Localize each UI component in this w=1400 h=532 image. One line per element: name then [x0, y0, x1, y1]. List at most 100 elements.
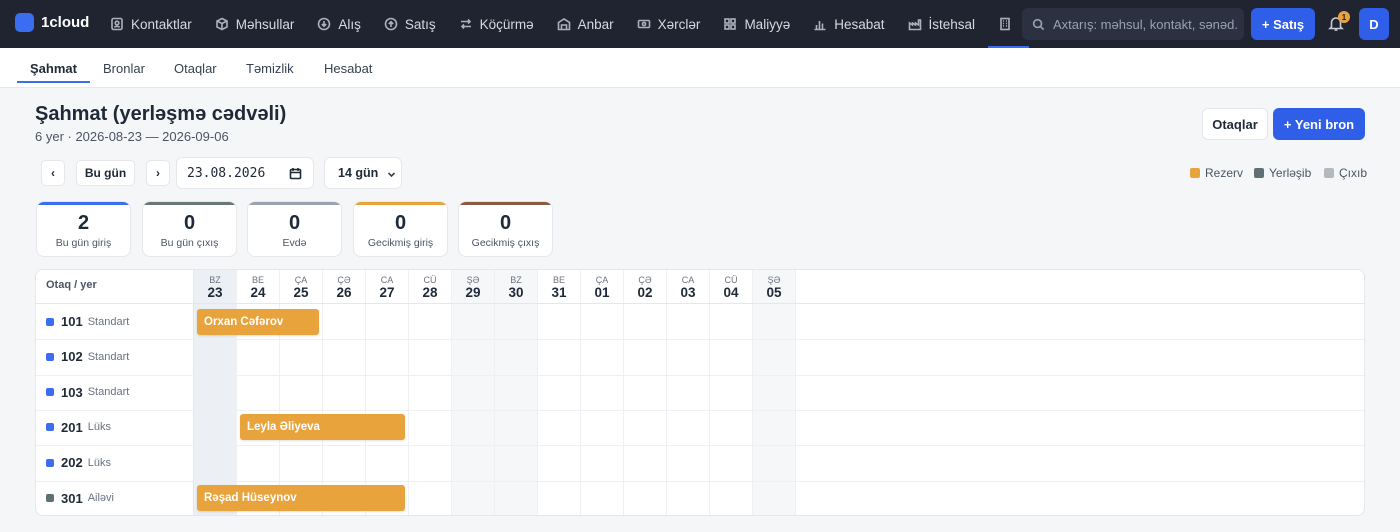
date-value: 23.08.2026 — [187, 165, 266, 181]
room-status-dot — [46, 423, 54, 432]
stat-value: 2 — [77, 212, 90, 234]
today-button[interactable]: Bu gün — [76, 160, 135, 186]
legend-swatch — [1254, 168, 1264, 178]
day-column: BZ 23 — [194, 270, 237, 515]
room-type: Lüks — [87, 421, 111, 434]
range-select[interactable]: 14 gün — [324, 157, 402, 189]
booking-bar[interactable]: Rəşad Hüseynov — [197, 485, 405, 511]
room-column-divider — [193, 270, 194, 515]
day-column: ÇƏ 02 — [624, 270, 667, 515]
room-number: 101 — [61, 314, 83, 329]
stat-card-checkout-today[interactable]: 0 Bu gün çıxış — [142, 201, 237, 257]
room-type: Standart — [87, 386, 130, 399]
day-column: ŞƏ 29 — [452, 270, 495, 515]
legend-rezerv: Rezerv — [1190, 166, 1243, 180]
row-divider — [36, 409, 1364, 411]
day-column: ÇA 25 — [280, 270, 323, 515]
stat-value: 0 — [183, 212, 196, 234]
tab-temizlik[interactable]: Təmizlik — [233, 48, 307, 88]
stat-accent — [248, 202, 341, 205]
row-divider — [36, 445, 1364, 447]
day-column: CÜ 04 — [710, 270, 753, 515]
stat-accent — [37, 202, 130, 205]
room-type: Lüks — [87, 456, 111, 469]
rooms-button[interactable]: Otaqlar — [1202, 108, 1268, 140]
notification-badge: 1 — [1338, 11, 1350, 23]
room-number: 301 — [61, 490, 83, 506]
day-column: ŞƏ 05 — [753, 270, 796, 515]
day-column: CÜ 28 — [409, 270, 452, 515]
chevron-down-icon — [387, 172, 396, 178]
transfer-icon — [460, 18, 471, 30]
room-type: Standart — [87, 350, 130, 363]
room-row-label[interactable]: 103 Standart — [46, 382, 129, 402]
nav-item-kontaktlar[interactable]: Kontaktlar — [100, 0, 202, 48]
room-row-label[interactable]: 202 Lüks — [46, 453, 111, 473]
tab-hesabat[interactable]: Hesabat — [311, 48, 385, 88]
stat-card-in-house[interactable]: 0 Evdə — [247, 201, 342, 257]
day-column: BZ 30 — [495, 270, 538, 515]
booking-bar[interactable]: Orxan Cəfərov — [197, 308, 319, 335]
room-row-label[interactable]: 301 Ailəvi — [46, 488, 114, 508]
tab-sahmat[interactable]: Şahmat — [17, 48, 90, 88]
room-number: 102 — [61, 349, 83, 365]
booking-bar[interactable]: Leyla Əliyeva — [240, 414, 405, 441]
nav-item-kocurme[interactable]: Köçürmə — [449, 0, 544, 48]
next-period-button[interactable]: › — [146, 160, 170, 186]
page-title: Şahmat (yerləşmə cədvəli) — [35, 103, 287, 125]
tab-bronlar[interactable]: Bronlar — [90, 48, 158, 88]
date-input[interactable]: 23.08.2026 — [176, 157, 314, 189]
brand[interactable]: 1cloud — [15, 13, 89, 32]
stat-value: 0 — [288, 212, 301, 234]
row-divider — [36, 339, 1364, 341]
nav-item-xercler[interactable]: Xərclər — [627, 0, 711, 48]
page-subtitle: 6 yer · 2026-08-23 — 2026-09-06 — [35, 129, 229, 144]
prev-period-button[interactable]: ‹ — [41, 160, 65, 186]
search-box[interactable] — [1022, 8, 1244, 40]
nav-item-maliyye[interactable]: Maliyyə — [713, 0, 800, 48]
nav-item-istehsal[interactable]: İstehsal — [898, 0, 986, 48]
room-row-label[interactable]: 101 Standart — [46, 312, 129, 332]
room-row-label[interactable]: 102 Standart — [46, 347, 129, 367]
calendar-icon — [289, 168, 302, 180]
new-sale-button[interactable]: + Satış — [1251, 8, 1315, 40]
download-circle-icon — [318, 17, 331, 31]
stat-label: Evdə — [282, 237, 307, 249]
stat-value: 0 — [499, 212, 512, 234]
upload-circle-icon — [384, 17, 398, 31]
bar-chart-icon — [814, 21, 826, 31]
tab-otaqlar[interactable]: Otaqlar — [161, 48, 230, 88]
day-column: CA 03 — [667, 270, 710, 515]
nav-item-satis[interactable]: Satış — [374, 0, 446, 48]
stat-label: Bu gün giriş — [55, 237, 112, 249]
nav-item-hesabat[interactable]: Hesabat — [803, 0, 894, 48]
room-type: Ailəvi — [87, 492, 114, 504]
occupancy-grid: BZ 23 BE 24 ÇA 25 ÇƏ 26 CA 27 CÜ 28 ŞƏ 29 BZ 30 BE 31 ÇA 01… — [35, 269, 1365, 516]
new-booking-button[interactable]: + Yeni bron — [1273, 108, 1365, 140]
row-divider — [36, 480, 1364, 482]
day-column: ÇƏ 26 — [323, 270, 366, 515]
room-row-label[interactable]: 201 Lüks — [46, 417, 111, 437]
room-status-dot — [46, 352, 54, 361]
nav-item-anbar[interactable]: Anbar — [547, 0, 624, 48]
stat-card-late-checkout[interactable]: 0 Gecikmiş çıxış — [458, 201, 553, 257]
search-input[interactable] — [1053, 16, 1238, 32]
avatar[interactable]: D — [1359, 8, 1389, 40]
room-number: 103 — [61, 384, 83, 400]
stat-accent — [459, 202, 552, 205]
contacts-icon — [111, 17, 123, 31]
day-column: ÇA 01 — [581, 270, 624, 515]
day-column: BE 31 — [538, 270, 581, 515]
stat-card-checkin-today[interactable]: 2 Bu gün giriş — [36, 201, 131, 257]
warehouse-icon — [557, 18, 570, 31]
logo-icon — [15, 13, 34, 32]
nav-item-mehsullar[interactable]: Məhsullar — [205, 0, 305, 48]
legend-swatch — [1324, 168, 1334, 178]
room-status-dot — [46, 388, 54, 397]
box-icon — [215, 17, 228, 31]
stat-card-late-checkin[interactable]: 0 Gecikmiş giriş — [353, 201, 448, 257]
sub-tabs: Şahmat Bronlar Otaqlar Təmizlik Hesabat — [0, 48, 1400, 88]
nav-item-alis[interactable]: Alış — [307, 0, 371, 48]
room-number: 202 — [61, 455, 83, 471]
range-value: 14 gün — [338, 166, 379, 180]
